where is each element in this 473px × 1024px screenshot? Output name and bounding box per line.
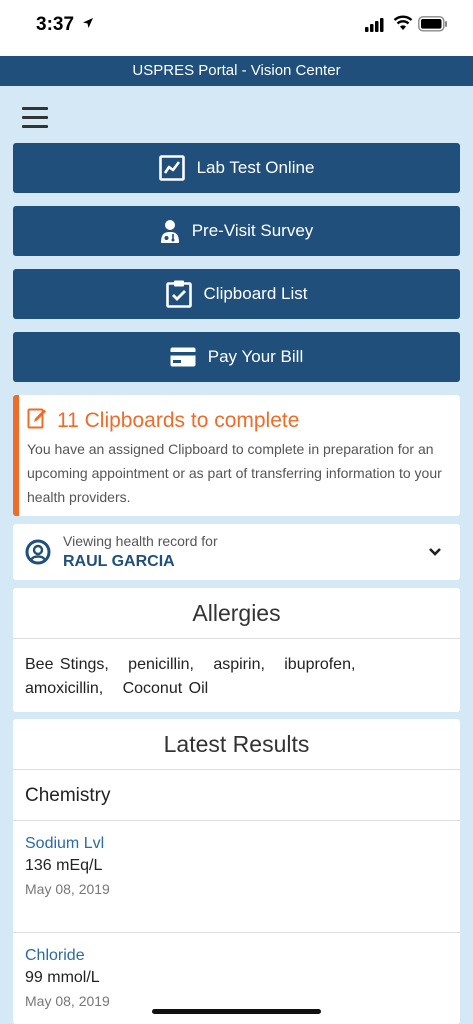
doctor-icon	[160, 219, 180, 243]
result-item[interactable]: Sodium Lvl 136 mEq/L May 08, 2019	[13, 821, 460, 933]
lab-test-online-button[interactable]: Lab Test Online	[13, 143, 460, 193]
edit-document-icon	[27, 407, 47, 435]
clipboard-check-icon	[165, 280, 192, 308]
location-arrow-icon	[82, 16, 94, 34]
chevron-down-icon[interactable]	[428, 544, 442, 562]
lab-test-online-label: Lab Test Online	[196, 158, 315, 177]
menu-icon[interactable]	[22, 107, 48, 129]
portal-header: USPRES Portal - Vision Center	[0, 56, 473, 86]
patient-name: RAUL GARCIA	[63, 553, 175, 570]
status-time: 3:37	[36, 14, 75, 35]
cellular-signal-icon	[365, 18, 385, 37]
viewing-label: Viewing health record for	[63, 533, 218, 549]
pay-your-bill-label: Pay Your Bill	[207, 347, 304, 366]
result-date: May 08, 2019	[25, 881, 110, 897]
user-circle-icon	[25, 539, 51, 570]
allergies-card: Allergies Bee Stings, penicillin, aspiri…	[13, 588, 460, 712]
allergy-item: penicillin	[128, 656, 190, 673]
home-indicator[interactable]	[152, 1009, 321, 1014]
alert-body: You have an assigned Clipboard to comple…	[27, 441, 442, 505]
result-date: May 08, 2019	[25, 993, 110, 1009]
allergy-item: aspirin	[213, 656, 261, 673]
results-section-header: Chemistry	[13, 770, 460, 821]
latest-results-title: Latest Results	[13, 719, 460, 770]
clipboard-list-label: Clipboard List	[203, 284, 308, 303]
credit-card-icon	[170, 347, 196, 367]
pre-visit-survey-label: Pre-Visit Survey	[191, 221, 314, 240]
allergy-item: amoxicillin	[25, 680, 99, 697]
chart-icon	[158, 155, 185, 181]
allergy-item: Coconut Oil	[122, 680, 209, 697]
battery-icon	[418, 16, 448, 37]
alert-title: 11 Clipboards to complete	[57, 409, 300, 432]
health-record-selector[interactable]: Viewing health record for RAUL GARCIA	[13, 524, 460, 580]
result-test-name[interactable]: Sodium Lvl	[25, 835, 448, 853]
allergy-item: ibuprofen	[284, 656, 351, 673]
allergy-item: Bee Stings	[25, 656, 105, 673]
clipboard-list-button[interactable]: Clipboard List	[13, 269, 460, 319]
clipboards-alert[interactable]: 11 Clipboards to complete You have an as…	[13, 395, 460, 516]
latest-results-card: Latest Results Chemistry Sodium Lvl 136 …	[13, 719, 460, 1024]
allergies-list: Bee Stings, penicillin, aspirin, ibuprof…	[25, 656, 356, 697]
pre-visit-survey-button[interactable]: Pre-Visit Survey	[13, 206, 460, 256]
wifi-icon	[393, 15, 413, 36]
pay-your-bill-button[interactable]: Pay Your Bill	[13, 332, 460, 382]
result-test-name[interactable]: Chloride	[25, 947, 448, 965]
result-value: 99 mmol/L	[25, 969, 100, 986]
result-value: 136 mEq/L	[25, 857, 103, 874]
allergies-title: Allergies	[13, 588, 460, 639]
status-bar: 3:37	[0, 0, 473, 56]
